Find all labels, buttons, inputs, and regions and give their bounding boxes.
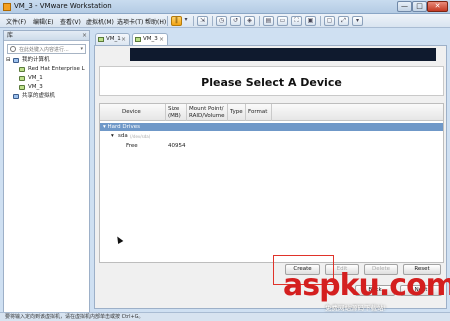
close-button[interactable]: ✕ <box>427 1 448 12</box>
tree-item-my-computer[interactable]: ⊟ 我的计算机 <box>4 56 89 65</box>
menu-edit[interactable]: 编辑(E) <box>33 17 53 26</box>
device-table: Device Size (MB) Mount Point/RAID/Volume … <box>99 103 444 263</box>
search-input[interactable] <box>19 46 77 53</box>
watermark: aspku.com 免费网站源码下载站! <box>283 268 450 313</box>
toolbar-separator <box>193 16 194 26</box>
snapshot-manager-icon[interactable]: ◈ <box>244 16 255 26</box>
window-title: VM_3 - VMware Workstation <box>14 2 112 10</box>
collapse-icon[interactable]: ⊟ <box>6 56 11 65</box>
disk-name: sda <box>118 133 128 139</box>
unity-icon[interactable]: ▣ <box>305 16 316 26</box>
menu-bar: 文件(F) 编辑(E) 查看(V) 虚拟机(M) 选项卡(T) 帮助(H) ‖ … <box>0 14 450 28</box>
library-panel: 库 × ▾ ⊟ 我的计算机 Red Hat Enterprise L VM_1 … <box>3 30 90 313</box>
library-header: 库 × <box>4 31 89 41</box>
free-size: 40954 <box>168 143 186 149</box>
table-row[interactable]: ▾ sda (/dev/sda) <box>100 132 443 141</box>
menu-help[interactable]: 帮助(H) <box>145 17 166 26</box>
heading-panel: Please Select A Device <box>99 66 444 96</box>
menu-view[interactable]: 查看(V) <box>60 17 81 26</box>
chevron-down-icon[interactable]: ▾ <box>182 16 190 26</box>
vm-icon <box>19 85 25 90</box>
group-label: Hard Drives <box>107 124 140 130</box>
menu-file[interactable]: 文件(F) <box>6 17 26 26</box>
tree-label: VM_3 <box>28 84 43 90</box>
tree-item-shared[interactable]: 共享的虚拟机 <box>4 92 89 101</box>
col-format[interactable]: Format <box>246 104 272 121</box>
tree-label: 共享的虚拟机 <box>22 93 56 99</box>
disk-path: (/dev/sda) <box>130 134 151 139</box>
vmware-logo-icon <box>3 3 11 11</box>
page-title: Please Select A Device <box>201 76 342 89</box>
tree-item-vm[interactable]: VM_3 <box>4 83 89 92</box>
tree-item-vm[interactable]: VM_1 <box>4 74 89 83</box>
minimize-button[interactable]: — <box>397 1 412 12</box>
col-size[interactable]: Size (MB) <box>166 104 187 121</box>
col-device[interactable]: Device <box>100 104 166 121</box>
chevron-down-icon[interactable]: ▾ <box>352 16 363 26</box>
menu-vm[interactable]: 虚拟机(M) <box>86 17 114 26</box>
tab-vm3[interactable]: VM_3 × <box>132 33 168 45</box>
free-label: Free <box>126 143 138 149</box>
snapshot-icon[interactable]: ◷ <box>216 16 227 26</box>
watermark-subtitle: 免费网站源码下载站! <box>325 304 387 312</box>
computer-icon <box>13 58 19 63</box>
tree-item-vm[interactable]: Red Hat Enterprise L <box>4 65 89 74</box>
vm-icon <box>19 67 25 72</box>
close-icon[interactable]: × <box>159 34 164 45</box>
toolbar-separator <box>167 16 168 26</box>
mouse-cursor-icon <box>114 234 124 245</box>
tree-label: 我的计算机 <box>22 57 50 63</box>
show-library-icon[interactable]: ▤ <box>263 16 274 26</box>
thumbnail-bar-icon[interactable]: ▭ <box>277 16 288 26</box>
vm-icon <box>19 76 25 81</box>
table-row[interactable]: ▾ Hard Drives <box>100 123 443 131</box>
vm-icon <box>135 37 141 42</box>
tree-label: VM_1 <box>28 75 43 81</box>
table-header: Device Size (MB) Mount Point/RAID/Volume … <box>100 104 443 121</box>
col-mount-point[interactable]: Mount Point/RAID/Volume <box>187 104 228 121</box>
vm-icon <box>98 37 104 42</box>
installer-banner <box>130 48 436 61</box>
close-icon[interactable]: × <box>82 31 87 40</box>
menu-tabs[interactable]: 选项卡(T) <box>117 17 143 26</box>
maximize-button[interactable]: □ <box>412 1 427 12</box>
search-icon <box>10 46 16 52</box>
tab-label: VM_1 <box>106 36 121 42</box>
revert-snapshot-icon[interactable]: ↺ <box>230 16 241 26</box>
library-search: ▾ <box>7 44 86 54</box>
watermark-text: aspku.com <box>283 268 450 303</box>
toolbar-separator <box>212 16 213 26</box>
table-row[interactable]: Free 40954 <box>100 142 443 151</box>
chevron-down-icon[interactable]: ▾ <box>80 46 83 52</box>
full-screen-icon[interactable]: ⛶ <box>291 16 302 26</box>
collapse-icon[interactable]: ▾ <box>111 132 114 141</box>
console-view-icon[interactable]: ▢ <box>324 16 335 26</box>
tree-label: Red Hat Enterprise L <box>28 66 85 72</box>
send-ctrl-alt-del-icon[interactable]: ⇲ <box>197 16 208 26</box>
shared-vms-icon <box>13 94 19 99</box>
tab-label: VM_3 <box>143 36 158 42</box>
tab-vm1[interactable]: VM_1 × <box>95 33 130 45</box>
status-bar: 要将输入定向到该虚拟机，请在虚拟机内部单击或按 Ctrl+G。 <box>0 312 450 321</box>
library-title: 库 <box>7 32 14 39</box>
toolbar-separator <box>320 16 321 26</box>
stretch-guest-icon[interactable]: ⤢ <box>338 16 349 26</box>
title-bar: VM_3 - VMware Workstation — □ ✕ <box>0 0 450 14</box>
pause-icon[interactable]: ‖ <box>171 16 182 26</box>
col-type[interactable]: Type <box>228 104 246 121</box>
close-icon[interactable]: × <box>121 34 126 45</box>
toolbar-separator <box>259 16 260 26</box>
